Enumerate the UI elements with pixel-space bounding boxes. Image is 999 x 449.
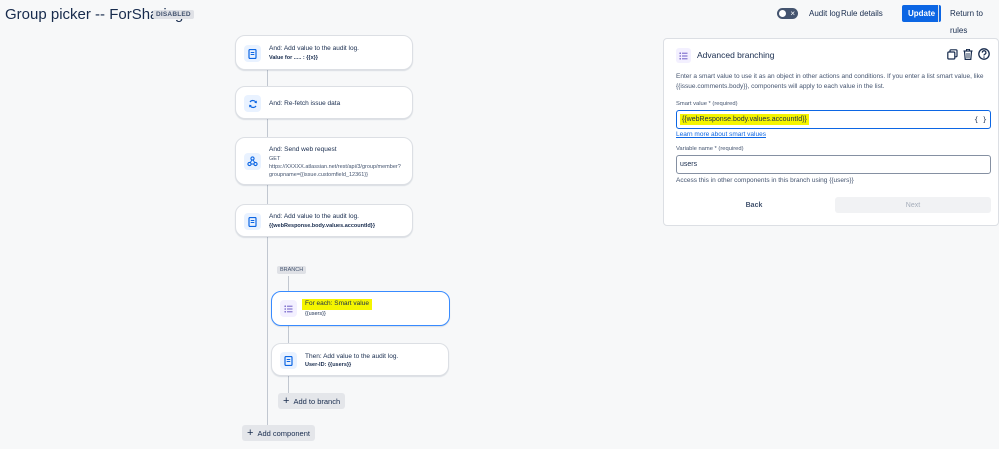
add-to-branch-button[interactable]: + Add to branch: [278, 393, 346, 409]
component-title: Then: Add value to the audit log.: [305, 353, 399, 360]
branch-list-icon: [280, 300, 297, 317]
header: Group picker -- ForSharing DISABLED × Au…: [0, 0, 999, 35]
component-title: And: Re-fetch issue data: [269, 100, 341, 107]
audit-log-icon: [244, 213, 261, 230]
copy-icon[interactable]: [946, 48, 958, 60]
component-detail: {{users}}: [305, 311, 326, 317]
smart-value-braces-icon[interactable]: { }: [974, 113, 987, 126]
branch-label: BRANCH: [277, 266, 307, 274]
add-component-label: Add component: [257, 428, 310, 438]
advanced-branching-panel: Advanced branching Enter a smart value t…: [663, 38, 999, 226]
smart-value-label: Smart value * (required): [676, 101, 738, 107]
variable-name-label: Variable name * (required): [676, 146, 744, 152]
component-detail-method: GET: [269, 156, 281, 162]
divider: [938, 5, 939, 22]
component-title: And: Add value to the audit log.: [269, 45, 359, 52]
component-detail: {{webResponse.body.values.accountId}}: [269, 223, 375, 229]
add-component-button[interactable]: + Add component: [242, 425, 315, 441]
toggle-knob: [779, 10, 786, 17]
webhook-icon: [244, 153, 261, 170]
smart-value-text: {{webResponse.body.values.accountId}}: [680, 114, 809, 125]
close-icon: ×: [790, 9, 795, 18]
component-detail-query: groupname={{issue.customfield_12361}}: [269, 172, 368, 178]
add-to-branch-label: Add to branch: [293, 396, 341, 406]
component-card-audit-log-2[interactable]: And: Add value to the audit log. {{webRe…: [235, 204, 413, 237]
component-card-web-request[interactable]: And: Send web request GET https://XXXXX.…: [235, 137, 413, 185]
panel-description: Enter a smart value to use it as an obje…: [676, 73, 984, 90]
component-card-refetch[interactable]: And: Re-fetch issue data: [235, 86, 413, 119]
back-button[interactable]: Back: [676, 197, 832, 213]
update-button[interactable]: Update: [902, 5, 942, 22]
next-button[interactable]: Next: [835, 197, 991, 213]
variable-name-text: users: [680, 161, 698, 168]
status-badge: DISABLED: [153, 10, 194, 19]
audit-log-icon: [280, 352, 297, 369]
component-detail: User-ID: {{users}}: [305, 362, 352, 368]
trash-icon[interactable]: [962, 48, 974, 60]
plus-icon: +: [247, 427, 254, 439]
variable-hint: Access this in other components in this …: [676, 177, 854, 184]
audit-log-icon: [244, 45, 261, 62]
component-detail: Value for ..... : {{x}}: [269, 55, 318, 61]
component-title: And: Send web request: [269, 146, 337, 153]
component-title: For each: Smart value: [302, 299, 372, 310]
component-card-audit-log-1[interactable]: And: Add value to the audit log. Value f…: [235, 35, 413, 70]
rule-details-button[interactable]: Rule details: [835, 5, 889, 22]
help-icon[interactable]: [978, 48, 990, 60]
branch-list-icon: [676, 48, 691, 63]
component-title: And: Add value to the audit log.: [269, 213, 359, 220]
component-detail-url: https://XXXXX.atlassian.net/rest/api/3/g…: [269, 164, 401, 170]
return-to-rules-button[interactable]: Return to rules: [944, 5, 999, 35]
flow-connector-line: [267, 70, 268, 432]
panel-title: Advanced branching: [697, 50, 775, 60]
enable-toggle[interactable]: ×: [777, 8, 798, 19]
panel-actions: [946, 48, 990, 60]
learn-more-link[interactable]: Learn more about smart values: [676, 131, 766, 138]
component-card-for-each[interactable]: For each: Smart value {{users}}: [271, 291, 450, 326]
automation-rule-editor: Group picker -- ForSharing DISABLED × Au…: [0, 0, 999, 449]
plus-icon: +: [283, 395, 290, 407]
smart-value-input[interactable]: {{webResponse.body.values.accountId}} { …: [676, 110, 991, 129]
variable-name-input[interactable]: users: [676, 155, 991, 174]
component-card-audit-log-3[interactable]: Then: Add value to the audit log. User-I…: [271, 343, 449, 376]
refresh-icon: [244, 95, 261, 112]
